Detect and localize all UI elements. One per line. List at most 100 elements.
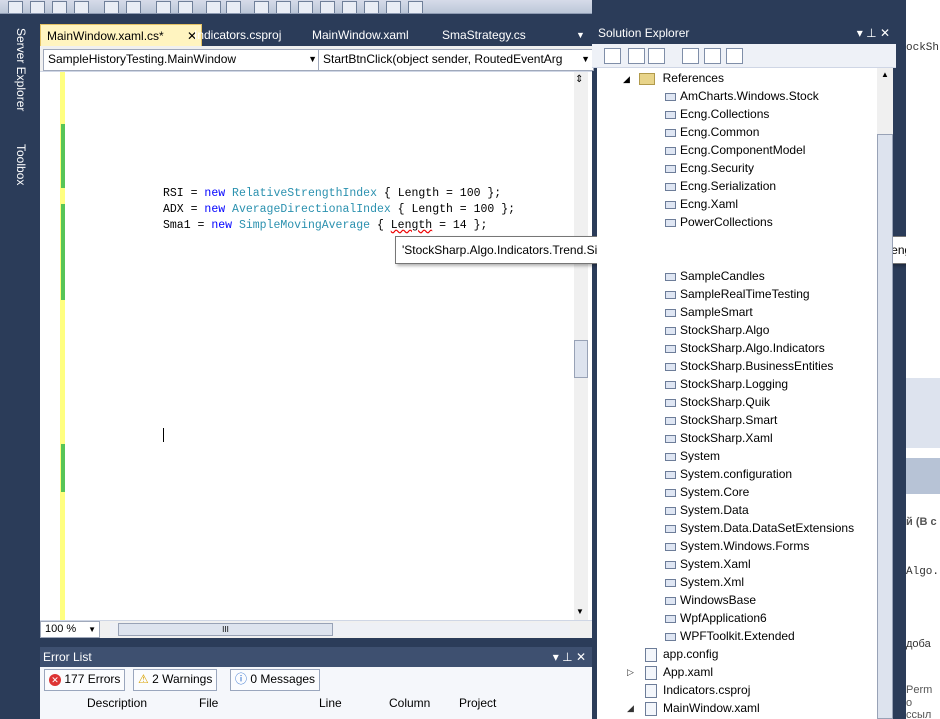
reference-icon <box>665 344 676 353</box>
toolbox-tab[interactable]: Toolbox <box>14 144 28 185</box>
toolbar-button[interactable] <box>156 1 171 13</box>
tree-node-reference[interactable]: StockSharp.Quik <box>665 393 770 411</box>
tree-node-reference[interactable]: StockSharp.Algo.Indicators <box>665 339 825 357</box>
tree-node-label: app.config <box>663 647 719 661</box>
toolbar-button[interactable] <box>52 1 67 13</box>
column-file[interactable]: File <box>199 696 218 710</box>
view-designer-icon[interactable] <box>704 48 721 64</box>
zoom-combo[interactable]: 100 % ▼ <box>40 621 100 638</box>
tree-node-reference[interactable]: WPFToolkit.Extended <box>665 627 795 645</box>
view-code-icon[interactable] <box>682 48 699 64</box>
tree-node-reference[interactable]: System.Data.DataSetExtensions <box>665 519 854 537</box>
file-icon <box>645 665 657 680</box>
toolbar-button[interactable] <box>178 1 193 13</box>
toolbar-button[interactable] <box>342 1 357 13</box>
errors-filter-button[interactable]: ✕ 177 Errors <box>44 669 126 691</box>
toolbar-button[interactable] <box>320 1 335 13</box>
tree-node-reference[interactable]: System.configuration <box>665 465 792 483</box>
toolbar-button[interactable] <box>254 1 269 13</box>
tree-node-reference[interactable]: Ecng.Security <box>665 159 754 177</box>
tab-smastrategy-cs[interactable]: SmaStrategy.cs <box>436 24 532 46</box>
tree-node-reference[interactable]: StockSharp.Logging <box>665 375 788 393</box>
toolbar-button[interactable] <box>386 1 401 13</box>
column-description[interactable]: Description <box>87 696 147 710</box>
tree-node-file[interactable]: Indicators.csproj <box>645 681 750 699</box>
toolbar-button[interactable] <box>8 1 23 13</box>
solution-explorer-scrollbar[interactable]: ▲ <box>877 68 893 719</box>
tree-node-reference[interactable]: SampleSmart <box>665 303 753 321</box>
split-icon[interactable]: ⇕ <box>575 74 583 85</box>
tree-node-reference[interactable]: StockSharp.BusinessEntities <box>665 357 833 375</box>
collapse-icon[interactable]: ◢ <box>627 699 634 717</box>
tree-node-reference[interactable]: System.Xaml <box>665 555 751 573</box>
properties-icon[interactable] <box>604 48 621 64</box>
tree-node-reference[interactable]: Ecng.Common <box>665 123 759 141</box>
tab-indicators-csproj[interactable]: Indicators.csproj <box>188 24 287 46</box>
chevron-down-icon: ▼ <box>581 54 590 64</box>
toolbar-button[interactable] <box>364 1 379 13</box>
change-marker <box>61 124 65 188</box>
tree-node-reference[interactable]: SampleRealTimeTesting <box>665 285 810 303</box>
tree-node-reference[interactable]: System.Xml <box>665 573 744 591</box>
horizontal-scrollbar[interactable]: III <box>110 623 570 636</box>
tree-node-label: System.Windows.Forms <box>680 539 810 553</box>
messages-filter-button[interactable]: ⓘ 0 Messages <box>230 669 321 691</box>
tree-node-reference[interactable]: StockSharp.Xaml <box>665 429 773 447</box>
scroll-thumb[interactable]: III <box>118 623 333 636</box>
tree-node-reference[interactable]: SampleCandles <box>665 267 765 285</box>
toolbar-button[interactable] <box>74 1 89 13</box>
tree-node-reference[interactable]: Ecng.Collections <box>665 105 769 123</box>
column-project[interactable]: Project <box>459 696 496 710</box>
column-column[interactable]: Column <box>389 696 430 710</box>
window-controls-icon[interactable]: ▾ ⊥ ✕ <box>553 647 586 667</box>
toolbar-button[interactable] <box>206 1 221 13</box>
warnings-filter-button[interactable]: ⚠ 2 Warnings <box>133 669 218 691</box>
class-diagram-icon[interactable] <box>726 48 743 64</box>
tree-node-reference[interactable]: Ecng.ComponentModel <box>665 141 805 159</box>
member-combo[interactable]: StartBtnClick(object sender, RoutedEvent… <box>318 49 594 71</box>
toolbar-button[interactable] <box>298 1 313 13</box>
tree-node-reference[interactable]: AmCharts.Windows.Stock <box>665 87 819 105</box>
tree-node-references[interactable]: ◢ References <box>623 69 724 87</box>
tree-node-reference[interactable]: Ecng.Xaml <box>665 195 738 213</box>
vertical-scrollbar[interactable]: ⇕ ▼ <box>574 72 588 620</box>
scroll-thumb[interactable] <box>574 340 588 378</box>
tree-node-reference[interactable]: System <box>665 447 720 465</box>
window-controls-icon[interactable]: ▾ ⊥ ✕ <box>857 22 890 44</box>
tree-node-reference[interactable]: StockSharp.Algo <box>665 321 769 339</box>
tree-node-reference[interactable]: System.Core <box>665 483 749 501</box>
toolbar-button[interactable] <box>104 1 119 13</box>
type-combo[interactable]: SampleHistoryTesting.MainWindow ▼ <box>43 49 321 71</box>
toolbar-button[interactable] <box>30 1 45 13</box>
background-window: ockSh й (В с Algo.In доба Perm о ссыл <box>906 0 940 719</box>
tree-node-file[interactable]: ▷ App.xaml <box>627 663 713 681</box>
tab-dropdown-icon[interactable]: ▼ <box>570 24 591 46</box>
server-explorer-tab[interactable]: Server Explorer <box>14 28 28 111</box>
scroll-down-icon[interactable]: ▼ <box>576 607 584 616</box>
code-editor[interactable]: RSI = new RelativeStrengthIndex { Length… <box>40 72 592 620</box>
tree-node-file[interactable]: ◢ MainWindow.xaml <box>627 699 760 717</box>
toolbar-button[interactable] <box>126 1 141 13</box>
tree-node-reference[interactable]: System.Data <box>665 501 749 519</box>
expand-icon[interactable]: ▷ <box>627 663 634 681</box>
toolbar-button[interactable] <box>276 1 291 13</box>
code-lines[interactable]: RSI = new RelativeStrengthIndex { Length… <box>163 186 515 234</box>
tab-mainwindow-xaml-cs[interactable]: MainWindow.xaml.cs* ✕ <box>40 24 202 47</box>
solution-tree[interactable]: ◢ References AmCharts.Windows.Stock Ecng.… <box>597 68 877 719</box>
tree-node-file[interactable]: app.config <box>645 645 718 663</box>
tree-node-reference[interactable]: WpfApplication6 <box>665 609 767 627</box>
tree-node-reference[interactable]: System.Windows.Forms <box>665 537 809 555</box>
tree-node-reference[interactable]: Ecng.Serialization <box>665 177 776 195</box>
column-line[interactable]: Line <box>319 696 342 710</box>
collapse-icon[interactable]: ◢ <box>623 74 630 84</box>
scroll-up-icon[interactable]: ▲ <box>881 70 889 79</box>
tree-node-reference[interactable]: WindowsBase <box>665 591 756 609</box>
toolbar-button[interactable] <box>226 1 241 13</box>
tree-node-reference[interactable]: PowerCollections <box>665 213 773 231</box>
tree-node-reference[interactable]: StockSharp.Smart <box>665 411 777 429</box>
scroll-thumb[interactable] <box>877 134 893 719</box>
tab-mainwindow-xaml[interactable]: MainWindow.xaml <box>306 24 415 46</box>
show-all-files-icon[interactable] <box>628 48 645 64</box>
refresh-icon[interactable] <box>648 48 665 64</box>
toolbar-button[interactable] <box>408 1 423 13</box>
